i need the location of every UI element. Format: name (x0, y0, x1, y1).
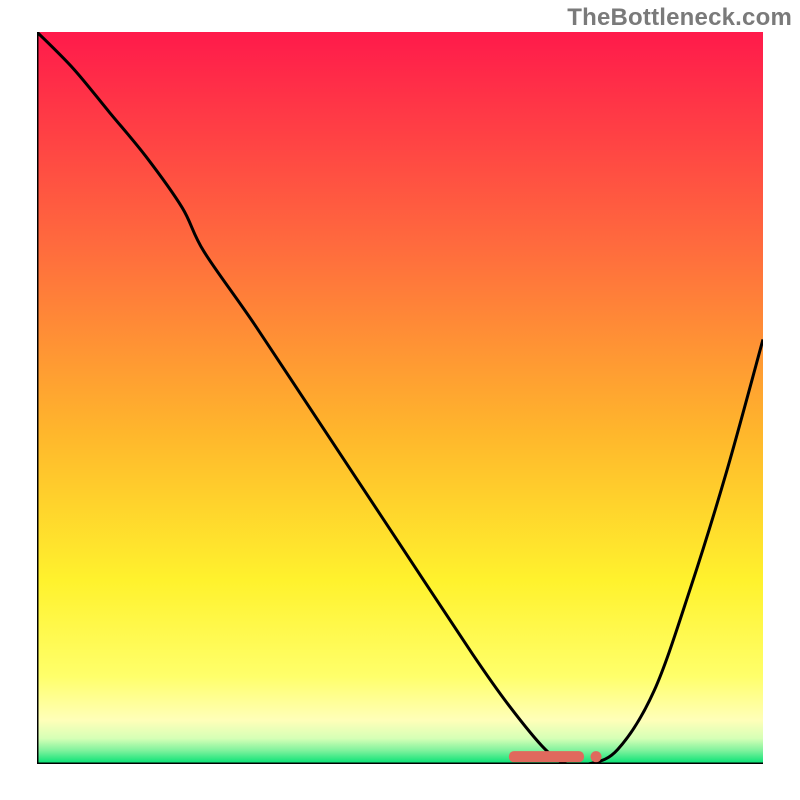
optimal-range-end-dot (591, 751, 602, 762)
optimal-range-marker (509, 751, 584, 762)
bottleneck-chart: TheBottleneck.com (0, 0, 800, 800)
plot-area (37, 32, 763, 764)
marker-layer (37, 32, 763, 764)
watermark-label: TheBottleneck.com (567, 4, 792, 32)
